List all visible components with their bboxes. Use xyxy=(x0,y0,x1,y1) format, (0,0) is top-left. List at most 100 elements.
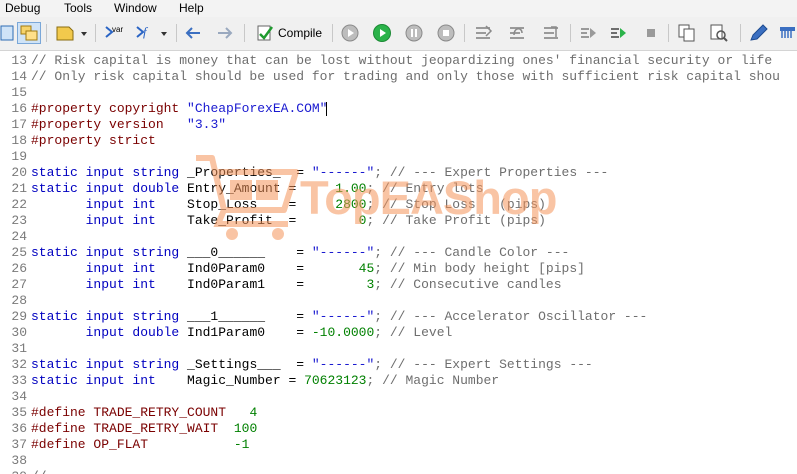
code-line[interactable]: 17 #property version "3.3" xyxy=(0,117,797,133)
line-number: 19 xyxy=(11,149,27,164)
insert-variable-button[interactable]: var xyxy=(101,22,129,44)
code-line[interactable]: 37 #define OP_FLAT -1 xyxy=(0,437,797,453)
step-over-button[interactable] xyxy=(504,22,530,44)
stop-square-button[interactable] xyxy=(640,22,662,44)
code-token: #define xyxy=(31,437,86,452)
line-number: 36 xyxy=(11,421,27,436)
code-token: ; // Entry lots xyxy=(366,181,484,196)
code-line[interactable]: 23 input int Take_Profit = 0; // Take Pr… xyxy=(0,213,797,229)
menu-window[interactable]: Window xyxy=(114,1,157,16)
pause-icon xyxy=(405,24,423,42)
code-line[interactable]: 18 #property strict xyxy=(0,133,797,149)
code-token: input int xyxy=(31,197,188,212)
function-icon: f xyxy=(136,24,167,39)
code-line[interactable]: 26 input int Ind0Param0 = 45; // Min bod… xyxy=(0,261,797,277)
line-number: 29 xyxy=(11,309,27,324)
code-token: _Properties_ = xyxy=(187,165,312,180)
copy-icon xyxy=(678,24,695,42)
code-line[interactable]: 28 xyxy=(0,293,797,309)
windows-icon xyxy=(20,25,38,41)
code-line[interactable]: 22 input int Stop_Loss = 2800; // Stop L… xyxy=(0,197,797,213)
code-line[interactable]: 32 static input string _Settings___ = "--… xyxy=(0,357,797,373)
play-icon xyxy=(373,24,391,42)
code-token: input int xyxy=(31,277,188,292)
step-out-icon xyxy=(544,26,558,39)
line-number: 16 xyxy=(11,101,27,116)
code-line[interactable]: 27 input int Ind0Param1 = 3; // Consecut… xyxy=(0,277,797,293)
start-profiling-button[interactable] xyxy=(338,22,362,44)
code-token: static input string xyxy=(31,165,188,180)
code-line[interactable]: 15 xyxy=(0,85,797,101)
code-line[interactable]: 30 input double Ind1Param0 = -10.0000; /… xyxy=(0,325,797,341)
tools-overflow-button[interactable] xyxy=(776,22,797,44)
code-token: ; // Min body height [pips] xyxy=(374,261,585,276)
code-line[interactable]: 29 static input string ___1______ = "----… xyxy=(0,309,797,325)
compile-button[interactable]: Compile xyxy=(251,22,327,44)
code-token: 100 xyxy=(233,421,258,436)
code-token: 4 xyxy=(249,405,258,420)
toolbox-toggle-button[interactable] xyxy=(17,22,41,44)
menu-debug[interactable]: Debug xyxy=(5,1,40,16)
arrow-left-icon xyxy=(185,27,200,39)
code-token: #property xyxy=(31,101,102,116)
line-number: 31 xyxy=(11,341,27,356)
navigator-toggle-button[interactable] xyxy=(0,22,14,44)
menu-help[interactable]: Help xyxy=(179,1,204,16)
code-line[interactable]: 16 #property copyright "CheapForexEA.COM" xyxy=(0,101,797,117)
start-debug-button[interactable] xyxy=(370,22,394,44)
code-token: version xyxy=(101,117,188,132)
code-line[interactable]: 36 #define TRADE_RETRY_WAIT 100 xyxy=(0,421,797,437)
insert-function-button[interactable]: f xyxy=(132,22,172,44)
new-file-button[interactable] xyxy=(52,22,92,44)
forward-button[interactable] xyxy=(214,22,236,44)
code-token: "------" xyxy=(311,309,375,324)
code-line[interactable]: 21 static input double Entry_Amount = 1.0… xyxy=(0,181,797,197)
code-line[interactable]: 38 xyxy=(0,453,797,469)
code-token: -10.0000 xyxy=(311,325,375,340)
line-number: 17 xyxy=(11,117,27,132)
step-into-button[interactable] xyxy=(470,22,496,44)
code-line[interactable]: 33 static input int Magic_Number = 706231… xyxy=(0,373,797,389)
copy-button[interactable] xyxy=(674,22,700,44)
line-number: 18 xyxy=(11,133,27,148)
code-line[interactable]: 31 xyxy=(0,341,797,357)
search-button[interactable] xyxy=(706,22,732,44)
code-token: ; // Level xyxy=(374,325,453,340)
toolbar-separator xyxy=(740,24,741,42)
menu-tools[interactable]: Tools xyxy=(64,1,92,16)
line-code: static input string ___1______ = "------… xyxy=(31,309,647,325)
code-editor[interactable]: 13 // Risk capital is money that can be l… xyxy=(0,51,797,474)
code-line[interactable]: 19 xyxy=(0,149,797,165)
code-line[interactable]: 35 #define TRADE_RETRY_COUNT 4 xyxy=(0,405,797,421)
line-number: 35 xyxy=(11,405,27,420)
styler-button[interactable] xyxy=(746,22,772,44)
toolbar-separator xyxy=(46,24,47,42)
line-code: #property strict xyxy=(31,133,156,149)
code-line[interactable]: 34 xyxy=(0,389,797,405)
run-to-cursor-button[interactable] xyxy=(576,22,600,44)
line-code: // Risk capital is money that can be los… xyxy=(31,53,772,69)
line-code: static input int Magic_Number = 70623123… xyxy=(31,373,499,389)
pause-button[interactable] xyxy=(402,22,426,44)
code-line[interactable]: 39 // xyxy=(0,469,797,474)
code-token: "------" xyxy=(311,165,375,180)
code-line[interactable]: 14 // Only risk capital should be used fo… xyxy=(0,69,797,85)
code-token: ; // Consecutive candles xyxy=(374,277,562,292)
code-token: ; // --- Expert Settings --- xyxy=(374,357,593,372)
code-token: static input string xyxy=(31,245,188,260)
code-line[interactable]: 25 static input string ___0______ = "----… xyxy=(0,245,797,261)
stop-button[interactable] xyxy=(434,22,458,44)
back-button[interactable] xyxy=(182,22,204,44)
code-line[interactable]: 20 static input string _Properties_ = "--… xyxy=(0,165,797,181)
svg-text:f: f xyxy=(143,24,149,39)
step-out-button[interactable] xyxy=(538,22,564,44)
line-code: // xyxy=(31,469,54,474)
code-token: static input double xyxy=(31,181,188,196)
go-button[interactable] xyxy=(606,22,630,44)
code-token: "------" xyxy=(311,357,375,372)
search-document-icon xyxy=(710,24,728,42)
code-line[interactable]: 24 xyxy=(0,229,797,245)
code-line[interactable]: 13 // Risk capital is money that can be l… xyxy=(0,53,797,69)
line-number: 34 xyxy=(11,389,27,404)
menu-bar: Debug Tools Window Help xyxy=(0,0,797,17)
